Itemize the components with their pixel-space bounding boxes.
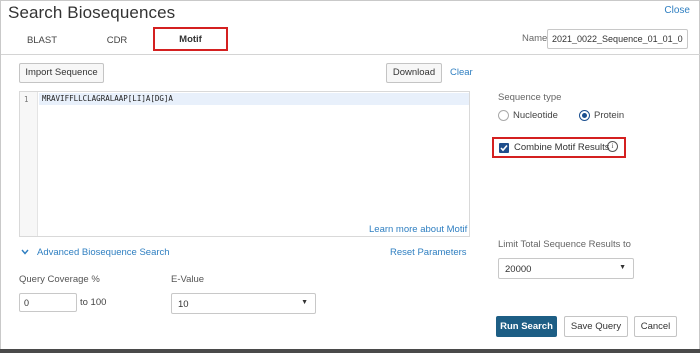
line-number: 1 xyxy=(24,95,29,104)
caret-down-icon: ▼ xyxy=(619,264,626,271)
close-link[interactable]: Close xyxy=(664,5,690,16)
import-sequence-button[interactable]: Import Sequence xyxy=(19,63,104,83)
editor-gutter: 1 xyxy=(20,92,38,236)
tab-blast[interactable]: BLAST xyxy=(11,27,73,55)
combine-motif-checkbox[interactable] xyxy=(499,143,509,153)
radio-label-nucleotide: Nucleotide xyxy=(513,110,558,121)
limit-results-select[interactable]: 20000 ▼ xyxy=(498,258,634,279)
clear-link[interactable]: Clear xyxy=(450,67,473,78)
sequence-type-label: Sequence type xyxy=(498,92,562,103)
evalue-label: E-Value xyxy=(171,274,205,285)
name-input[interactable] xyxy=(547,29,688,49)
caret-down-icon: ▼ xyxy=(301,299,308,306)
bottom-border xyxy=(0,349,700,353)
advanced-search-toggle[interactable]: Advanced Biosequence Search xyxy=(21,247,170,258)
advanced-search-label: Advanced Biosequence Search xyxy=(37,247,170,258)
cancel-button[interactable]: Cancel xyxy=(634,316,677,337)
limit-results-value: 20000 xyxy=(505,264,532,275)
tab-cdr[interactable]: CDR xyxy=(87,27,147,55)
evalue-select[interactable]: 10 ▼ xyxy=(171,293,316,314)
query-coverage-label: Query Coverage % xyxy=(19,274,100,285)
download-button[interactable]: Download xyxy=(386,63,442,83)
query-coverage-to-text: to 100 xyxy=(80,297,107,308)
limit-results-label: Limit Total Sequence Results to xyxy=(498,239,631,250)
reset-parameters-link[interactable]: Reset Parameters xyxy=(390,247,467,258)
radio-label-protein: Protein xyxy=(594,110,625,121)
name-label: Name xyxy=(522,33,548,44)
combine-motif-results[interactable]: Combine Motif Results i xyxy=(492,137,626,158)
radio-button-selected[interactable] xyxy=(579,110,590,121)
dialog-title: Search Biosequences xyxy=(8,3,176,22)
evalue-value: 10 xyxy=(178,299,189,310)
save-query-button[interactable]: Save Query xyxy=(564,316,628,337)
tab-motif[interactable]: Motif xyxy=(153,27,228,51)
query-coverage-input[interactable] xyxy=(19,293,77,312)
learn-more-motif-link[interactable]: Learn more about Motif xyxy=(369,224,467,235)
search-dialog: Search Biosequences Close BLAST CDR Moti… xyxy=(0,0,700,353)
info-icon[interactable]: i xyxy=(607,141,618,152)
combine-motif-label: Combine Motif Results xyxy=(514,142,610,153)
sequence-text[interactable]: MRAVIFFLLCLAGRALAAP[LI]A[DG]A xyxy=(42,94,173,103)
sequence-editor[interactable]: 1 MRAVIFFLLCLAGRALAAP[LI]A[DG]A xyxy=(19,91,470,237)
radio-button[interactable] xyxy=(498,110,509,121)
run-search-button[interactable]: Run Search xyxy=(496,316,557,337)
chevron-down-icon xyxy=(21,247,29,257)
